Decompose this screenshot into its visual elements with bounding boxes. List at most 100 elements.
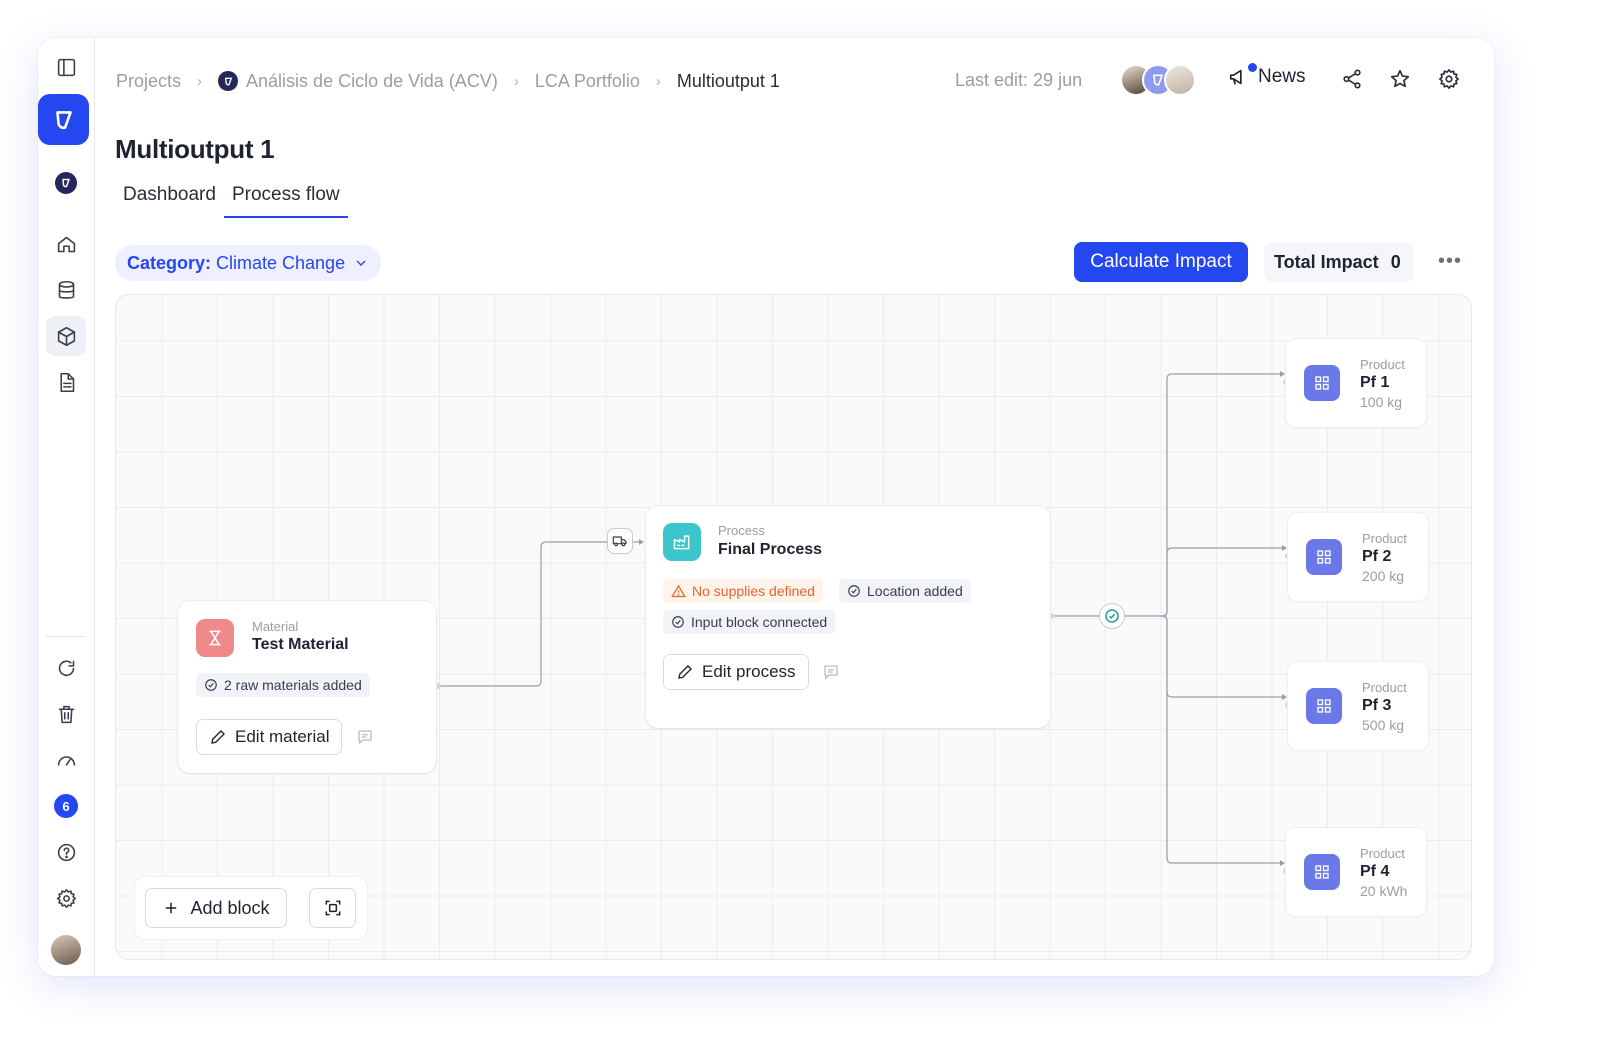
news-button[interactable]: News bbox=[1228, 63, 1306, 88]
material-node[interactable]: Material Test Material 2 raw materials a… bbox=[178, 601, 436, 773]
comment-icon[interactable] bbox=[822, 663, 840, 686]
grid-icon bbox=[1306, 688, 1342, 724]
product-quantity: 500 kg bbox=[1362, 717, 1405, 733]
app-window: 6 Projects › Análisis de Ciclo de Vida (… bbox=[38, 38, 1494, 976]
collaborators-avatars[interactable] bbox=[1120, 64, 1200, 96]
unread-dot bbox=[1248, 63, 1257, 72]
product-node[interactable]: Product Pf 1 100 kg bbox=[1286, 339, 1426, 427]
node-type: Product bbox=[1362, 531, 1407, 546]
product-node[interactable]: Product Pf 2 200 kg bbox=[1288, 513, 1428, 601]
gauge-icon[interactable] bbox=[46, 740, 86, 780]
plus-icon bbox=[166, 902, 177, 914]
chip-label: Input block connected bbox=[691, 614, 828, 630]
sidebar: 6 bbox=[38, 38, 95, 976]
status-chip: Input block connected bbox=[663, 610, 836, 634]
megaphone-icon bbox=[1228, 63, 1257, 88]
breadcrumb-project[interactable]: Análisis de Ciclo de Vida (ACV) bbox=[246, 71, 498, 92]
breadcrumb-projects[interactable]: Projects bbox=[116, 71, 181, 92]
tab-dashboard[interactable]: Dashboard bbox=[115, 184, 224, 218]
product-quantity: 100 kg bbox=[1360, 394, 1403, 410]
grid-icon bbox=[1304, 365, 1340, 401]
product-name: Pf 2 bbox=[1362, 548, 1392, 565]
comment-icon[interactable] bbox=[356, 728, 374, 751]
database-icon[interactable] bbox=[46, 270, 86, 310]
edit-process-button[interactable]: Edit process bbox=[663, 654, 809, 690]
notifications-badge[interactable]: 6 bbox=[46, 786, 86, 826]
tab-process-flow[interactable]: Process flow bbox=[223, 184, 348, 218]
add-block-label: Add block bbox=[190, 897, 270, 918]
edit-material-label: Edit material bbox=[235, 727, 330, 746]
status-chip: 2 raw materials added bbox=[196, 673, 370, 697]
warning-chip: No supplies defined bbox=[663, 579, 823, 603]
badge-count: 6 bbox=[54, 794, 78, 818]
status-chip: Location added bbox=[839, 579, 971, 603]
node-type: Process bbox=[718, 523, 765, 538]
pencil-icon bbox=[678, 665, 692, 679]
last-edit-text: Last edit: 29 jun bbox=[955, 70, 1083, 90]
node-type: Product bbox=[1360, 846, 1405, 861]
canvas-toolbar: Add block bbox=[135, 877, 367, 939]
node-type: Product bbox=[1362, 680, 1407, 695]
check-circle-icon[interactable] bbox=[1099, 603, 1125, 629]
chip-label: 2 raw materials added bbox=[224, 677, 362, 693]
gear-icon[interactable] bbox=[1438, 68, 1462, 92]
user-avatar[interactable] bbox=[46, 930, 86, 970]
share-icon[interactable] bbox=[1341, 68, 1365, 92]
check-circle-icon bbox=[848, 585, 860, 597]
tabs: Dashboard Process flow bbox=[115, 184, 348, 218]
chevron-right-icon: › bbox=[655, 72, 661, 90]
workspace-icon[interactable] bbox=[46, 163, 86, 203]
more-options-icon[interactable]: ••• bbox=[1438, 250, 1462, 273]
chevron-right-icon: › bbox=[513, 72, 519, 90]
check-circle-icon bbox=[672, 616, 684, 628]
node-title: Final Process bbox=[718, 541, 823, 558]
toggle-sidebar-icon[interactable] bbox=[46, 47, 86, 87]
sidebar-divider bbox=[46, 636, 84, 637]
product-name: Pf 3 bbox=[1362, 697, 1392, 714]
product-node[interactable]: Product Pf 3 500 kg bbox=[1288, 662, 1428, 750]
home-icon[interactable] bbox=[46, 224, 86, 264]
add-block-button[interactable]: Add block bbox=[145, 888, 287, 928]
node-title: Test Material bbox=[252, 636, 349, 653]
truck-icon[interactable] bbox=[607, 528, 633, 554]
product-name: Pf 4 bbox=[1360, 863, 1390, 880]
grid-icon bbox=[1306, 539, 1342, 575]
refresh-icon[interactable] bbox=[46, 648, 86, 688]
trash-icon[interactable] bbox=[46, 694, 86, 734]
news-label: News bbox=[1258, 66, 1306, 87]
category-label: Category: bbox=[127, 252, 212, 273]
check-circle-icon bbox=[205, 679, 217, 691]
product-quantity: 200 kg bbox=[1362, 568, 1405, 584]
fit-view-icon bbox=[325, 900, 340, 916]
warning-icon bbox=[671, 584, 686, 597]
breadcrumb-portfolio[interactable]: LCA Portfolio bbox=[535, 71, 640, 92]
process-node[interactable]: Process Final Process No supplies define… bbox=[646, 506, 1050, 728]
chip-label: Location added bbox=[867, 583, 963, 599]
chevron-right-icon: › bbox=[197, 72, 203, 90]
settings-icon[interactable] bbox=[46, 878, 86, 918]
cube-icon[interactable] bbox=[46, 316, 86, 356]
star-icon[interactable] bbox=[1389, 68, 1413, 92]
total-impact-value: 0 bbox=[1390, 251, 1401, 272]
product-quantity: 20 kWh bbox=[1360, 883, 1408, 899]
document-icon[interactable] bbox=[46, 362, 86, 402]
total-impact: Total Impact 0 bbox=[1264, 242, 1414, 282]
workspace-logo-icon bbox=[218, 71, 239, 91]
product-node[interactable]: Product Pf 4 20 kWh bbox=[1286, 828, 1426, 916]
edit-process-label: Edit process bbox=[702, 662, 796, 681]
breadcrumb: Projects › Análisis de Ciclo de Vida (AC… bbox=[116, 68, 780, 94]
fit-view-button[interactable] bbox=[309, 888, 356, 928]
breadcrumb-current: Multioutput 1 bbox=[676, 70, 780, 91]
node-type: Product bbox=[1360, 357, 1405, 372]
factory-icon bbox=[663, 523, 701, 561]
help-icon[interactable] bbox=[46, 832, 86, 872]
flow-canvas[interactable]: Material Test Material 2 raw materials a… bbox=[115, 294, 1472, 960]
edit-material-button[interactable]: Edit material bbox=[196, 719, 343, 755]
pencil-icon bbox=[211, 730, 225, 744]
calculate-impact-button[interactable]: Calculate Impact bbox=[1074, 242, 1248, 282]
category-dropdown[interactable]: Category: Climate Change bbox=[115, 245, 382, 281]
chevron-down-icon bbox=[356, 260, 366, 266]
category-value: Climate Change bbox=[216, 252, 346, 273]
avatar bbox=[1164, 64, 1196, 96]
brand-logo[interactable] bbox=[38, 94, 89, 145]
